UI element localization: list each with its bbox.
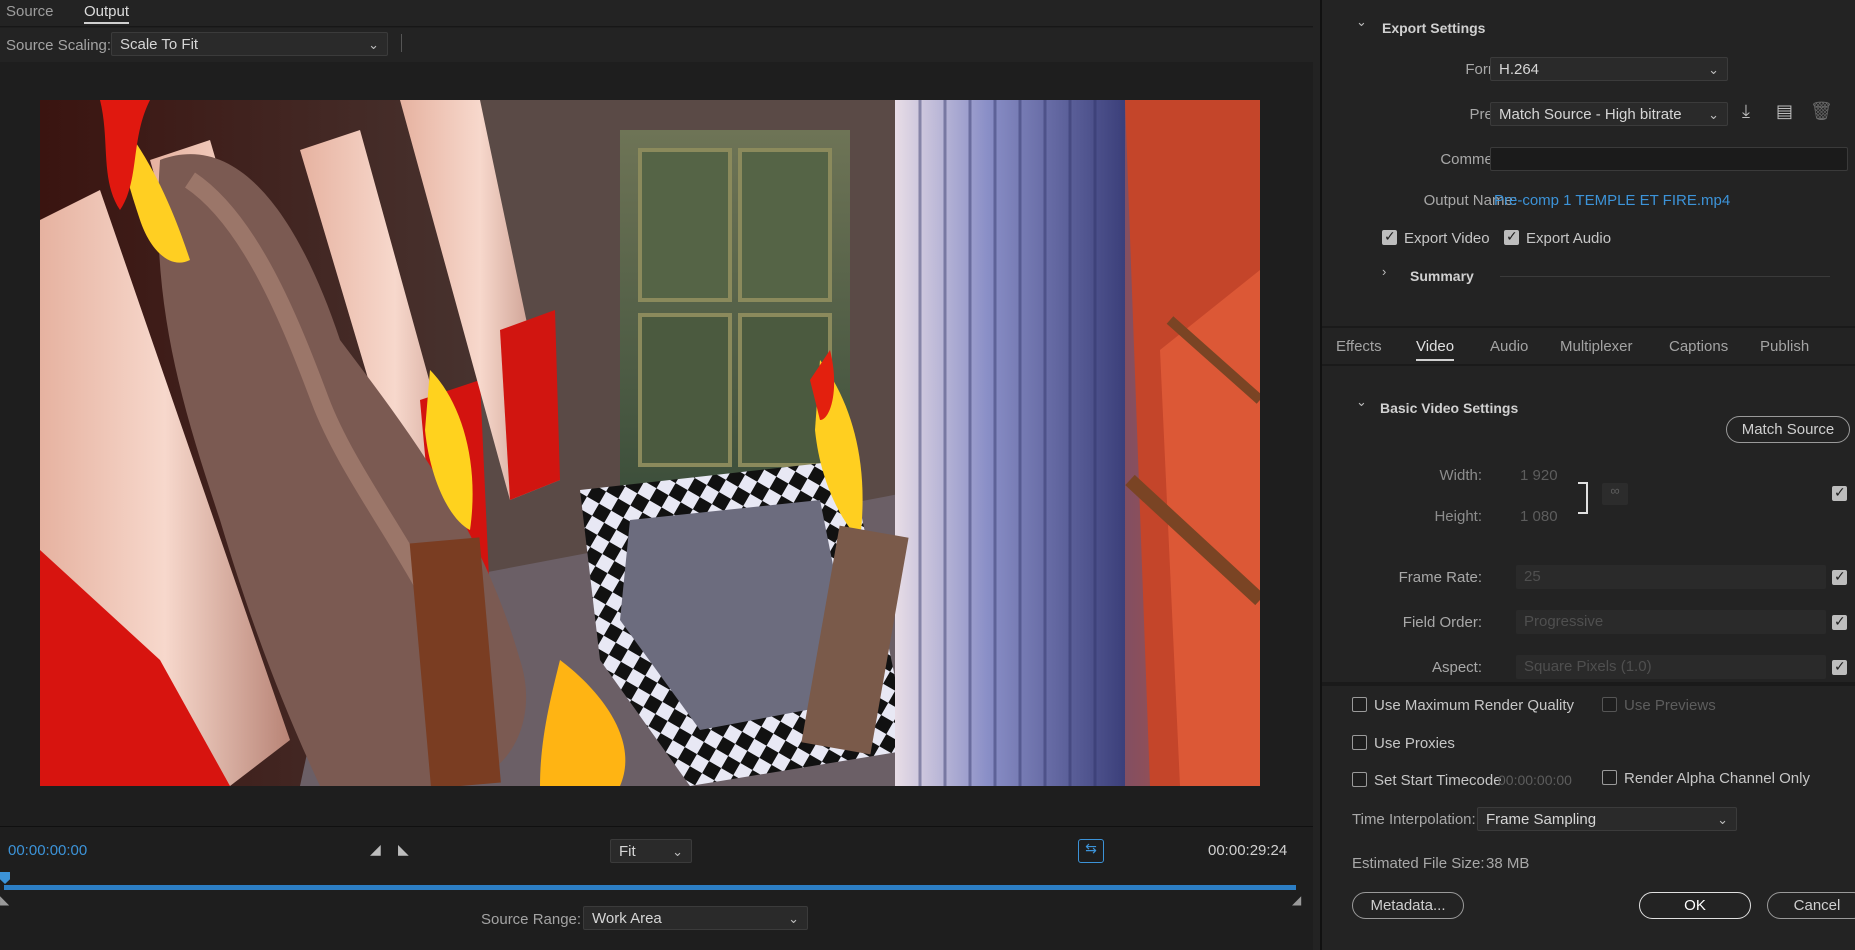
field-order-label: Field Order:	[1402, 614, 1482, 631]
height-value[interactable]: 1 080	[1520, 508, 1558, 525]
output-monitor-panel: Source Output Source Scaling: Scale To F…	[0, 0, 1313, 950]
video-preview-frame	[40, 100, 1260, 786]
tab-output[interactable]: Output	[84, 3, 130, 24]
current-timecode[interactable]: 00:00:00:00	[8, 842, 87, 859]
zoom-dropdown[interactable]: Fit ⌄	[610, 839, 692, 863]
tab-publish[interactable]: Publish	[1760, 338, 1809, 355]
tab-multiplexer[interactable]: Multiplexer	[1560, 338, 1633, 355]
width-value[interactable]: 1 920	[1520, 467, 1558, 484]
link-dimensions-icon[interactable]: ∞	[1602, 483, 1628, 505]
field-order-value: Progressive	[1524, 613, 1604, 630]
field-order-dropdown[interactable]: Progressive	[1516, 610, 1826, 634]
aspect-dropdown[interactable]: Square Pixels (1.0)	[1516, 655, 1826, 679]
time-interpolation-dropdown[interactable]: Frame Sampling ⌄	[1477, 807, 1737, 831]
format-value: H.264	[1499, 61, 1540, 78]
aspect-value: Square Pixels (1.0)	[1524, 658, 1652, 675]
match-source-button[interactable]: Match Source	[1726, 416, 1850, 443]
duration-timecode: 00:00:29:24	[1208, 842, 1288, 859]
temple-fire-scene-image	[40, 100, 1260, 786]
use-previews-checkbox[interactable]	[1602, 697, 1617, 712]
chevron-down-icon: ⌄	[1717, 812, 1728, 827]
tab-audio[interactable]: Audio	[1490, 338, 1528, 355]
max-render-quality-label: Use Maximum Render Quality	[1374, 697, 1575, 714]
format-dropdown[interactable]: H.264 ⌄	[1490, 57, 1728, 81]
use-previews-label: Use Previews	[1624, 697, 1716, 714]
source-scaling-dropdown[interactable]: Scale To Fit ⌄	[111, 32, 388, 56]
preset-dropdown[interactable]: Match Source - High bitrate ⌄	[1490, 102, 1728, 126]
frame-rate-dropdown[interactable]: 25	[1516, 565, 1826, 589]
timeline-bar[interactable]	[4, 885, 1296, 890]
delete-preset-icon[interactable]: 🗑	[1810, 101, 1833, 122]
summary-divider	[1500, 276, 1830, 277]
chevron-down-icon: ⌄	[368, 37, 379, 52]
frame-rate-label: Frame Rate:	[1398, 569, 1482, 586]
set-start-timecode-checkbox[interactable]	[1352, 772, 1367, 787]
chevron-right-icon[interactable]: ›	[1382, 264, 1386, 279]
export-audio-label: Export Audio	[1526, 230, 1612, 247]
preset-value: Match Source - High bitrate	[1499, 106, 1682, 123]
aspect-label: Aspect:	[1431, 659, 1482, 676]
aspect-toggle-icon[interactable]: ⇆	[1078, 839, 1104, 863]
set-start-timecode-label: Set Start Timecode	[1374, 772, 1502, 789]
tab-effects[interactable]: Effects	[1336, 338, 1382, 355]
cancel-button[interactable]: Cancel	[1767, 892, 1855, 919]
start-timecode-value[interactable]: 00:00:00:00	[1498, 772, 1572, 788]
in-point-icon[interactable]: ◣	[0, 893, 9, 907]
basic-video-settings-title: Basic Video Settings	[1380, 400, 1519, 416]
width-label: Width:	[1439, 467, 1482, 484]
monitor-tab-bar: Source Output	[0, 0, 1313, 27]
chevron-down-icon: ⌄	[1708, 62, 1719, 77]
zoom-value: Fit	[619, 843, 636, 860]
save-preset-icon[interactable]: ⤓	[1742, 101, 1750, 122]
source-range-label: Source Range:	[481, 911, 582, 928]
width-height-checkbox[interactable]	[1832, 484, 1847, 501]
time-interpolation-label: Time Interpolation:	[1352, 811, 1476, 828]
source-scaling-label: Source Scaling:	[6, 37, 112, 54]
height-label: Height:	[1434, 508, 1482, 525]
chevron-down-icon: ⌄	[788, 911, 799, 926]
chevron-down-icon[interactable]: ⌄	[1356, 394, 1367, 410]
summary-title[interactable]: Summary	[1410, 268, 1474, 284]
source-range-dropdown[interactable]: Work Area ⌄	[583, 906, 808, 930]
export-video-label: Export Video	[1404, 230, 1490, 247]
tab-captions[interactable]: Captions	[1669, 338, 1728, 355]
frame-rate-checkbox[interactable]	[1832, 568, 1847, 585]
ok-button[interactable]: OK	[1639, 892, 1751, 919]
use-proxies-checkbox[interactable]	[1352, 735, 1367, 750]
source-scaling-value: Scale To Fit	[120, 36, 199, 53]
field-order-checkbox[interactable]	[1832, 613, 1847, 630]
render-alpha-checkbox[interactable]	[1602, 770, 1617, 785]
output-name-link[interactable]: Pre-comp 1 TEMPLE ET FIRE.mp4	[1494, 192, 1730, 209]
mark-out-icon[interactable]: ◣	[398, 841, 409, 858]
use-proxies-label: Use Proxies	[1374, 735, 1455, 752]
chevron-down-icon[interactable]: ⌄	[1356, 14, 1367, 30]
export-settings-title: Export Settings	[1382, 20, 1486, 36]
export-audio-checkbox[interactable]	[1504, 228, 1519, 245]
out-point-icon[interactable]: ◢	[1292, 893, 1301, 907]
source-scaling-bar: Source Scaling: Scale To Fit ⌄	[0, 28, 1313, 62]
comments-input[interactable]	[1490, 147, 1848, 171]
mark-in-icon[interactable]: ◢	[370, 841, 381, 858]
aspect-checkbox[interactable]	[1832, 658, 1847, 675]
render-alpha-label: Render Alpha Channel Only	[1624, 770, 1810, 787]
link-bracket	[1578, 482, 1588, 514]
tab-source[interactable]: Source	[6, 3, 54, 20]
source-range-value: Work Area	[592, 910, 662, 927]
metadata-button[interactable]: Metadata...	[1352, 892, 1464, 919]
export-video-checkbox[interactable]	[1382, 228, 1397, 245]
divider	[1322, 326, 1855, 328]
divider	[1322, 682, 1855, 686]
divider	[401, 34, 402, 52]
time-interpolation-value: Frame Sampling	[1486, 811, 1597, 828]
frame-rate-value: 25	[1524, 568, 1541, 585]
estimated-size-value: 38 MB	[1486, 855, 1530, 872]
import-preset-icon[interactable]: ▤	[1776, 101, 1793, 122]
max-render-quality-checkbox[interactable]	[1352, 697, 1367, 712]
tab-video[interactable]: Video	[1416, 338, 1455, 361]
divider	[1322, 364, 1855, 366]
estimated-size-label: Estimated File Size:	[1352, 855, 1485, 872]
chevron-down-icon: ⌄	[1708, 107, 1719, 122]
export-settings-panel: ⌄ Export Settings Format: H.264 ⌄ Preset…	[1320, 0, 1855, 950]
chevron-down-icon: ⌄	[672, 844, 683, 859]
